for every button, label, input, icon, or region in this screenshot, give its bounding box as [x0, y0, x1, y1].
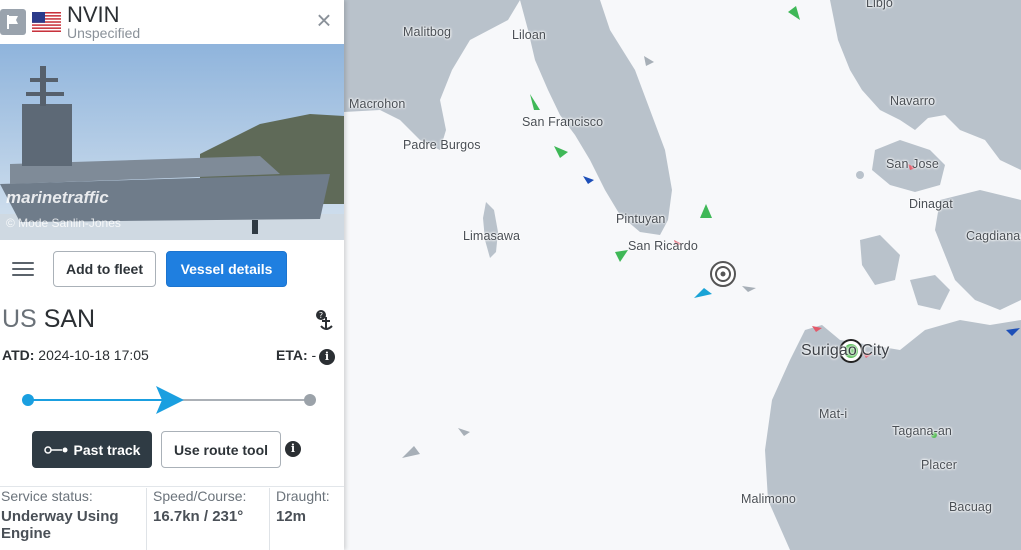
place-label: San Francisco [522, 115, 604, 129]
atd-row: ATD: 2024-10-18 17:05 [2, 347, 149, 363]
service-status: Service status: Underway Using Engine [0, 488, 147, 550]
service-status-value: Underway Using Engine [1, 508, 119, 542]
photo-watermark: marinetraffic [6, 188, 109, 207]
place-label: Cagdianao [966, 229, 1021, 243]
place-label: San Ricardo [628, 239, 698, 253]
place-label: Padre Burgos [403, 138, 481, 152]
place-label: Malimono [741, 492, 796, 506]
vessel-details-button[interactable]: Vessel details [166, 251, 287, 287]
place-label: Tagana-an [892, 424, 952, 438]
draught-value: 12m [276, 508, 307, 525]
place-label: Mat-i [819, 407, 848, 421]
selected-vessel-marker [710, 261, 736, 287]
place-label: Navarro [890, 94, 936, 108]
place-label: Bacuag [949, 500, 992, 514]
photo-credit: © Mode Sanlin-Jones [6, 216, 121, 230]
draught-label: Draught: [276, 488, 330, 504]
service-status-label: Service status: [1, 488, 93, 504]
vessel-type: Unspecified [67, 25, 141, 41]
place-label: San Jose [886, 157, 939, 171]
place-label: Libjo [866, 0, 893, 10]
info-icon[interactable]: i [285, 441, 301, 457]
place-label: Placer [921, 458, 958, 472]
place-label: Limasawa [463, 229, 521, 243]
close-icon[interactable]: × [313, 7, 335, 33]
eta-row: ETA: - [276, 347, 316, 363]
place-label: Liloan [512, 28, 546, 42]
speed-course-label: Speed/Course: [153, 488, 247, 504]
menu-icon[interactable] [12, 262, 34, 276]
use-route-tool-button[interactable]: Use route tool [161, 431, 281, 468]
divider [0, 486, 344, 487]
svg-text:?: ? [319, 311, 323, 320]
eta-value: - [311, 347, 317, 363]
callsign-value: SAN [43, 305, 96, 333]
vessel-callsign: US SAN [2, 305, 95, 334]
place-label: Dinagat [909, 197, 953, 211]
panel-header: NVIN Unspecified × [0, 0, 344, 44]
place-label: Pintuyan [616, 212, 666, 226]
past-track-label: Past track [73, 441, 141, 458]
place-label: Malitbog [403, 25, 452, 39]
vessel-panel: NVIN Unspecified × marinetraffic © Mode … [0, 0, 344, 550]
speed-course-value: 16.7kn / 231° [153, 508, 244, 525]
atd-value: 2024-10-18 17:05 [38, 347, 149, 363]
add-to-fleet-button[interactable]: Add to fleet [53, 251, 156, 287]
place-label: Macrohon [349, 97, 406, 111]
vessel-photo[interactable]: marinetraffic © Mode Sanlin-Jones [0, 44, 344, 240]
info-icon[interactable]: i [319, 349, 335, 365]
draught: Draught: 12m [270, 488, 344, 550]
place-label: Surigao City [801, 342, 890, 359]
us-flag-icon [32, 12, 61, 32]
past-track-button[interactable]: Past track [32, 431, 152, 468]
route-progress [22, 385, 318, 415]
action-bar: Add to fleet Vessel details [0, 240, 344, 298]
callsign-country: US [2, 305, 37, 333]
track-icon [43, 442, 68, 458]
atd-label: ATD: [2, 347, 35, 363]
speed-course: Speed/Course: 16.7kn / 231° [147, 488, 270, 550]
eta-label: ETA: [276, 347, 308, 363]
anchor-icon[interactable]: ? [313, 309, 335, 333]
flag-icon[interactable] [0, 9, 26, 35]
